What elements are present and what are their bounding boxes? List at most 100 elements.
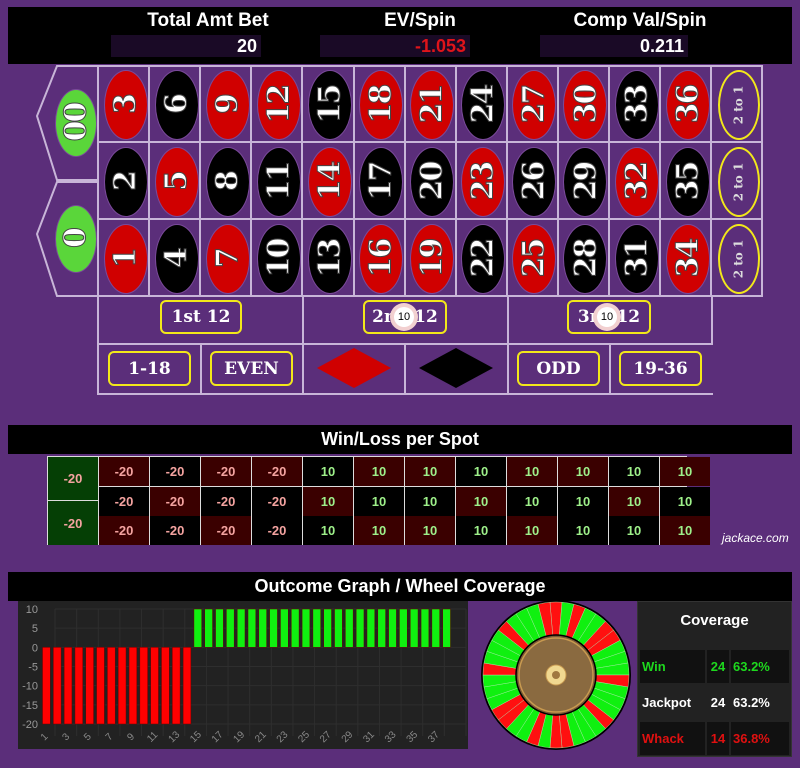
bet-spot-6[interactable]: 6 bbox=[151, 66, 202, 143]
winloss-cell: -20 bbox=[99, 516, 149, 545]
winloss-cell: -20 bbox=[201, 486, 251, 516]
bet-spot-25[interactable]: 25 bbox=[509, 220, 560, 297]
bar-31 bbox=[366, 608, 376, 648]
red-number-oval: 34 bbox=[665, 223, 710, 294]
black-number-oval: 8 bbox=[205, 146, 250, 217]
winloss-cell: -20 bbox=[252, 516, 302, 545]
table-line bbox=[608, 65, 610, 297]
chip[interactable]: 10 bbox=[390, 303, 418, 331]
red-number-oval: 3 bbox=[103, 69, 148, 140]
winloss-cell: 10 bbox=[609, 457, 659, 486]
bet-spot-23[interactable]: 23 bbox=[458, 143, 509, 220]
bet-spot-9[interactable]: 9 bbox=[202, 66, 253, 143]
x-tick-label: 3 bbox=[60, 731, 72, 743]
table-line bbox=[97, 65, 763, 67]
coverage-row-win: Win 24 63.2% bbox=[640, 650, 789, 683]
bar-10 bbox=[139, 647, 148, 725]
bet-spot-20[interactable]: 20 bbox=[407, 143, 458, 220]
bet-spot-29[interactable]: 29 bbox=[560, 143, 611, 220]
bar-15 bbox=[193, 608, 202, 648]
bar-34 bbox=[399, 608, 408, 648]
bet-spot-16[interactable]: 16 bbox=[356, 220, 407, 297]
roulette-table: 00 0 3 6 9 12 15 18 21 24 27 30 33 36 2 5 8 11 14 17 20 23 2… bbox=[0, 64, 800, 395]
bar-4 bbox=[74, 647, 84, 725]
winloss-cell: 10 bbox=[507, 486, 557, 516]
bet-1-18[interactable]: 1-18 bbox=[108, 351, 191, 386]
winloss-cell: -20 bbox=[150, 516, 200, 545]
winloss-cell: 10 bbox=[558, 457, 608, 486]
chip[interactable]: 10 bbox=[593, 303, 621, 331]
bet-spot-28[interactable]: 28 bbox=[560, 220, 611, 297]
black-number-oval: 24 bbox=[461, 69, 506, 140]
ev-label: EV/Spin bbox=[384, 10, 456, 31]
winloss-cell: 10 bbox=[405, 486, 455, 516]
bet-spot-14[interactable]: 14 bbox=[304, 143, 355, 220]
bet-column-3[interactable]: 2 to 1 bbox=[713, 66, 764, 143]
bet-spot-35[interactable]: 35 bbox=[662, 143, 713, 220]
bet-spot-0[interactable]: 0 bbox=[50, 200, 101, 277]
bet-spot-3[interactable]: 3 bbox=[100, 66, 151, 143]
bet-spot-31[interactable]: 31 bbox=[611, 220, 662, 297]
bet-spot-19[interactable]: 19 bbox=[407, 220, 458, 297]
bet-even[interactable]: EVEN bbox=[210, 351, 293, 386]
black-number-oval: 13 bbox=[307, 223, 352, 294]
bet-odd[interactable]: ODD bbox=[517, 351, 600, 386]
bet-spot-34[interactable]: 34 bbox=[662, 220, 713, 297]
bet-spot-36[interactable]: 36 bbox=[662, 66, 713, 143]
bet-spot-8[interactable]: 8 bbox=[202, 143, 253, 220]
bet-spot-5[interactable]: 5 bbox=[151, 143, 202, 220]
bar-11 bbox=[150, 647, 159, 725]
number-label: 20 bbox=[414, 162, 450, 201]
winloss-cell: 10 bbox=[456, 486, 506, 516]
bet-spot-17[interactable]: 17 bbox=[356, 143, 407, 220]
black-number-oval: 29 bbox=[563, 146, 608, 217]
bet-1st-12[interactable]: 1st 12 bbox=[160, 300, 242, 334]
bet-column-1[interactable]: 2 to 1 bbox=[713, 220, 764, 297]
bet-black-diamond[interactable] bbox=[419, 348, 493, 388]
bet-spot-4[interactable]: 4 bbox=[151, 220, 202, 297]
number-label: 24 bbox=[465, 85, 501, 124]
x-tick-label: 19 bbox=[232, 729, 248, 745]
x-tick-label: 25 bbox=[296, 729, 312, 745]
coverage-count: 24 bbox=[710, 695, 726, 710]
bet-spot-21[interactable]: 21 bbox=[407, 66, 458, 143]
bar-13 bbox=[172, 647, 181, 725]
black-number-oval: 17 bbox=[359, 146, 403, 217]
bet-spot-13[interactable]: 13 bbox=[304, 220, 355, 297]
table-line bbox=[97, 65, 99, 297]
bet-spot-1[interactable]: 1 bbox=[100, 220, 151, 297]
bet-spot-30[interactable]: 30 bbox=[560, 66, 611, 143]
bet-spot-32[interactable]: 32 bbox=[611, 143, 662, 220]
bet-spot-26[interactable]: 26 bbox=[509, 143, 560, 220]
bet-spot-00[interactable]: 00 bbox=[50, 84, 101, 161]
bar-35 bbox=[409, 608, 419, 648]
number-label: 12 bbox=[261, 85, 297, 124]
chip-value: 10 bbox=[394, 307, 414, 327]
number-label: 33 bbox=[619, 85, 655, 124]
bet-spot-24[interactable]: 24 bbox=[458, 66, 509, 143]
red-number-oval: 27 bbox=[512, 69, 557, 140]
column-bet-oval: 2 to 1 bbox=[717, 146, 760, 217]
bet-spot-7[interactable]: 7 bbox=[202, 220, 253, 297]
brand-link[interactable]: jackace.com bbox=[722, 531, 789, 545]
bet-spot-2[interactable]: 2 bbox=[100, 143, 151, 220]
winloss-cell: 10 bbox=[354, 457, 404, 486]
red-number-oval: 18 bbox=[359, 69, 403, 140]
black-number-oval: 26 bbox=[512, 146, 557, 217]
bet-19-36[interactable]: 19-36 bbox=[619, 351, 702, 386]
bar-1 bbox=[42, 647, 51, 725]
winloss-grid: -20 -20 -20 -20 -20 -20 10 10 10 10 10 10 10 10 -20 -20… bbox=[47, 456, 710, 545]
bet-spot-15[interactable]: 15 bbox=[304, 66, 355, 143]
bet-column-2[interactable]: 2 to 1 bbox=[713, 143, 764, 220]
bet-spot-11[interactable]: 11 bbox=[253, 143, 304, 220]
bet-spot-27[interactable]: 27 bbox=[509, 66, 560, 143]
number-label: 16 bbox=[363, 239, 399, 278]
bar-20 bbox=[247, 608, 257, 648]
bet-spot-10[interactable]: 10 bbox=[253, 220, 304, 297]
bet-spot-18[interactable]: 18 bbox=[356, 66, 407, 143]
bet-spot-33[interactable]: 33 bbox=[611, 66, 662, 143]
bet-red-diamond[interactable] bbox=[317, 348, 391, 388]
bet-spot-12[interactable]: 12 bbox=[253, 66, 304, 143]
coverage-row-whack: Whack 14 36.8% bbox=[640, 722, 789, 755]
bet-spot-22[interactable]: 22 bbox=[458, 220, 509, 297]
